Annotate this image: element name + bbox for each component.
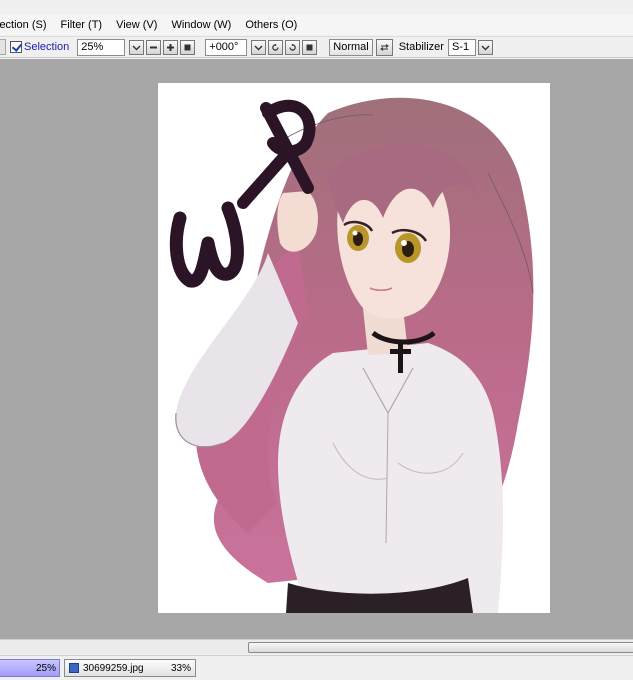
stabilizer-dropdown-button[interactable]: [477, 39, 493, 55]
chevron-down-icon: [254, 45, 263, 50]
canvas-workspace[interactable]: [0, 59, 633, 639]
menu-view[interactable]: View (V): [116, 19, 157, 31]
zoom-level-bar[interactable]: 25%: [0, 659, 60, 677]
menu-bar: lection (S) Filter (T) View (V) Window (…: [0, 15, 633, 35]
rotation-field[interactable]: +000°: [205, 38, 248, 56]
rotation-dropdown-button[interactable]: [251, 39, 267, 55]
zoom-in-button[interactable]: [163, 39, 179, 55]
status-bar: 25% 30699259.jpg 33%: [0, 655, 633, 680]
selection-checkbox[interactable]: [10, 41, 22, 53]
rotate-right-icon: [289, 43, 297, 51]
zoom-out-button[interactable]: [146, 39, 162, 55]
horizontal-scrollbar[interactable]: [0, 639, 633, 654]
menu-window[interactable]: Window (W): [171, 19, 231, 31]
menu-others[interactable]: Others (O): [245, 19, 297, 31]
flip-arrows-icon: [379, 43, 389, 51]
rotate-left-icon: [272, 43, 279, 51]
chevron-down-icon: [132, 45, 141, 50]
square-icon: [306, 44, 313, 50]
square-icon: [184, 44, 191, 50]
stabilizer-field[interactable]: S-1: [447, 38, 476, 56]
zoom-field[interactable]: 25%: [77, 38, 126, 56]
drawing-canvas[interactable]: [158, 83, 550, 613]
stabilizer-value: S-1: [451, 41, 470, 53]
toolbar: Selection 25% +000° Normal Stabilizer S-…: [0, 36, 633, 58]
plus-icon: [167, 43, 175, 51]
minus-icon: [150, 46, 158, 48]
flip-button[interactable]: [375, 38, 393, 56]
scrollbar-thumb[interactable]: [248, 642, 633, 653]
zoom-value: 25%: [81, 41, 104, 53]
rotation-value: +000°: [209, 41, 239, 53]
rotation-reset-button[interactable]: [302, 39, 318, 55]
toolbar-grip[interactable]: [0, 39, 6, 55]
document-tab[interactable]: 30699259.jpg 33%: [64, 659, 196, 677]
menu-selection[interactable]: lection (S): [0, 19, 47, 31]
document-name: 30699259.jpg: [83, 662, 144, 674]
zoom-dropdown-button[interactable]: [129, 39, 145, 55]
image-file-icon: [69, 663, 79, 673]
artwork-illustration: [169, 97, 534, 613]
document-zoom: 33%: [170, 662, 191, 674]
selection-label: Selection: [24, 41, 70, 53]
stabilizer-label: Stabilizer: [398, 41, 444, 53]
zoom-level-label: 25%: [35, 662, 56, 674]
rotate-right-button[interactable]: [285, 39, 301, 55]
paint-app-window: lection (S) Filter (T) View (V) Window (…: [0, 0, 633, 680]
blend-mode-value: Normal: [333, 41, 369, 53]
zoom-reset-button[interactable]: [180, 39, 196, 55]
chevron-down-icon: [481, 45, 490, 50]
blend-mode-button[interactable]: Normal: [329, 38, 373, 56]
rotate-left-button[interactable]: [268, 39, 284, 55]
menu-filter[interactable]: Filter (T): [61, 19, 103, 31]
